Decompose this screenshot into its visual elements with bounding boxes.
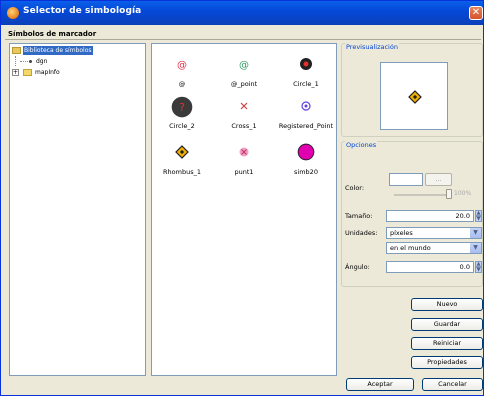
options-title: Opciones [345, 141, 378, 149]
transparency-value: 100% [454, 190, 472, 197]
color-swatch[interactable] [389, 173, 423, 186]
symbol-selector-window: Selector de simbología ✕ Símbolos de mar… [0, 0, 484, 396]
cancel-button[interactable]: Cancelar [422, 378, 483, 391]
symbol-circle-2[interactable]: ? Circle_2 [152, 94, 212, 134]
angle-label: Ángulo: [345, 263, 370, 271]
close-button[interactable]: ✕ [469, 6, 483, 20]
size-label: Tamaño: [345, 212, 373, 220]
spin-down-icon[interactable]: ▼ [475, 267, 482, 273]
size-spinner[interactable]: ▲ ▼ [475, 210, 482, 222]
tree-item-label: Biblioteca de símbolos [23, 46, 93, 55]
symbol-name: Registered_Point [278, 122, 334, 130]
rhombus-icon [175, 145, 189, 159]
rhombus-icon [408, 90, 422, 104]
symbol-at[interactable]: @ @ [152, 52, 212, 92]
tree-item-label: mapInfo [35, 69, 60, 76]
chevron-down-icon[interactable]: ▼ [470, 243, 481, 253]
new-button[interactable]: Nuevo [411, 298, 483, 311]
units-scope-value: en el mundo [390, 244, 431, 252]
save-button[interactable]: Guardar [411, 318, 483, 331]
units-value: píxeles [390, 229, 413, 237]
symbol-name: Circle_2 [169, 122, 195, 130]
folder-icon [23, 69, 32, 76]
tree-item-label: dgn [36, 58, 48, 65]
svg-text:?: ? [179, 101, 185, 114]
preview-title: Previsualización [345, 43, 399, 51]
at-sign-red-icon: @ [177, 60, 187, 71]
symbol-circle-1[interactable]: Circle_1 [276, 52, 336, 92]
transparency-slider-track[interactable] [394, 194, 452, 196]
color-picker-button[interactable]: ... [425, 173, 452, 186]
svg-text:@: @ [239, 60, 249, 71]
folder-open-icon [12, 47, 21, 54]
symbol-name: simb20 [294, 168, 318, 176]
spin-down-icon[interactable]: ▼ [475, 216, 482, 222]
preview-group: Previsualización [341, 43, 483, 137]
symbol-name: Rhombus_1 [163, 168, 201, 176]
symbol-name: @ [178, 80, 186, 88]
angle-input[interactable]: 0.0 [386, 261, 474, 273]
symbol-punt1[interactable]: punt1 [214, 140, 274, 180]
circle-dark-red-dot-icon [300, 58, 312, 70]
chevron-down-icon[interactable]: ▼ [470, 228, 481, 238]
units-scope-select[interactable]: en el mundo ▼ [386, 242, 482, 254]
angle-spinner[interactable]: ▲ ▼ [475, 261, 482, 273]
pink-cross-circle-icon [239, 147, 249, 157]
circle-question-icon: ? [171, 96, 193, 118]
symbol-simb20[interactable]: simb20 [276, 140, 336, 180]
cross-icon [240, 102, 248, 110]
symbol-name: Cross_1 [231, 122, 257, 130]
window-title: Selector de simbología [23, 6, 142, 16]
svg-text:@: @ [177, 60, 187, 71]
transparency-slider-thumb[interactable] [446, 189, 452, 199]
symbol-rhombus-1[interactable]: Rhombus_1 [152, 140, 212, 180]
expand-icon[interactable]: + [12, 69, 19, 76]
preview-canvas [380, 62, 448, 130]
units-label: Unidades: [345, 229, 378, 237]
magenta-circle-icon [297, 143, 315, 161]
symbol-name: punt1 [234, 168, 254, 176]
units-select[interactable]: píxeles ▼ [386, 227, 482, 239]
properties-button[interactable]: Propiedades [411, 356, 483, 369]
reset-button[interactable]: Reiniciar [411, 337, 483, 350]
app-icon [7, 7, 19, 19]
library-tree[interactable]: Biblioteca de símbolos dgn + mapInfo [9, 43, 146, 376]
registered-icon [301, 101, 311, 111]
size-input[interactable]: 20.0 [386, 210, 474, 222]
tree-connector [15, 56, 16, 66]
at-sign-green-icon: @ [239, 60, 249, 71]
leaf-node-icon [29, 60, 32, 63]
title-bar[interactable]: Selector de simbología ✕ [1, 1, 483, 25]
options-group: Opciones Color: ... 100% Tamaño: 20.0 ▲ ▼… [341, 141, 483, 287]
symbol-at-point[interactable]: @ @_point [214, 52, 274, 92]
tree-connector [20, 61, 28, 62]
symbol-registered-point[interactable]: Registered_Point [276, 94, 336, 134]
accept-button[interactable]: Aceptar [346, 378, 414, 391]
symbol-name: Circle_1 [293, 80, 319, 88]
symbol-name: @_point [230, 80, 258, 88]
symbol-cross-1[interactable]: Cross_1 [214, 94, 274, 134]
header-divider [5, 39, 481, 40]
marker-symbols-label: Símbolos de marcador [8, 30, 97, 38]
symbols-grid: @ @ @ @_point Circle_1 ? Circle_2 Cross_… [151, 43, 337, 376]
color-label: Color: [345, 184, 365, 192]
